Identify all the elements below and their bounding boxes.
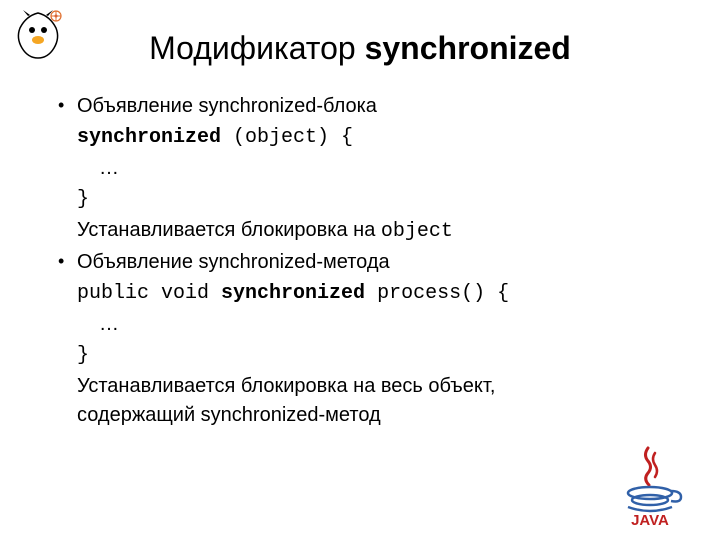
code2-suffix: process() { bbox=[365, 282, 509, 305]
ellipsis-2: … bbox=[55, 310, 680, 339]
bullet-item-2: Объявление synchronized-метода bbox=[55, 248, 680, 277]
java-logo: JAVA bbox=[603, 443, 698, 528]
title-bold: synchronized bbox=[365, 30, 571, 66]
code1-rest: (object) { bbox=[221, 126, 353, 149]
slide-title: Модификатор synchronized bbox=[40, 30, 680, 67]
slide-content: Объявление synchronized-блока synchroniz… bbox=[40, 92, 680, 430]
mascot-icon bbox=[8, 8, 68, 63]
bullet-list-2: Объявление synchronized-метода bbox=[55, 248, 680, 277]
java-logo-text: JAVA bbox=[631, 512, 669, 528]
ellipsis-1: … bbox=[55, 154, 680, 183]
brace-close-1: } bbox=[55, 185, 680, 214]
code2-keyword: synchronized bbox=[221, 282, 365, 305]
code1-keyword: synchronized bbox=[77, 126, 221, 149]
bullet-list: Объявление synchronized-блока bbox=[55, 92, 680, 121]
code-line-1: synchronized (object) { bbox=[55, 123, 680, 152]
code2-prefix: public void bbox=[77, 282, 221, 305]
lock1-code: object bbox=[381, 220, 453, 243]
lock-text-1: Устанавливается блокировка на object bbox=[55, 216, 680, 246]
code-line-2: public void synchronized process() { bbox=[55, 279, 680, 308]
brace-close-2: } bbox=[55, 341, 680, 370]
lock1-prefix: Устанавливается блокировка на bbox=[77, 219, 381, 241]
bullet-item-1: Объявление synchronized-блока bbox=[55, 92, 680, 121]
lock-text-2: Устанавливается блокировка на весь объек… bbox=[55, 372, 595, 430]
slide: Модификатор synchronized Объявление sync… bbox=[0, 0, 720, 540]
title-prefix: Модификатор bbox=[149, 30, 364, 66]
